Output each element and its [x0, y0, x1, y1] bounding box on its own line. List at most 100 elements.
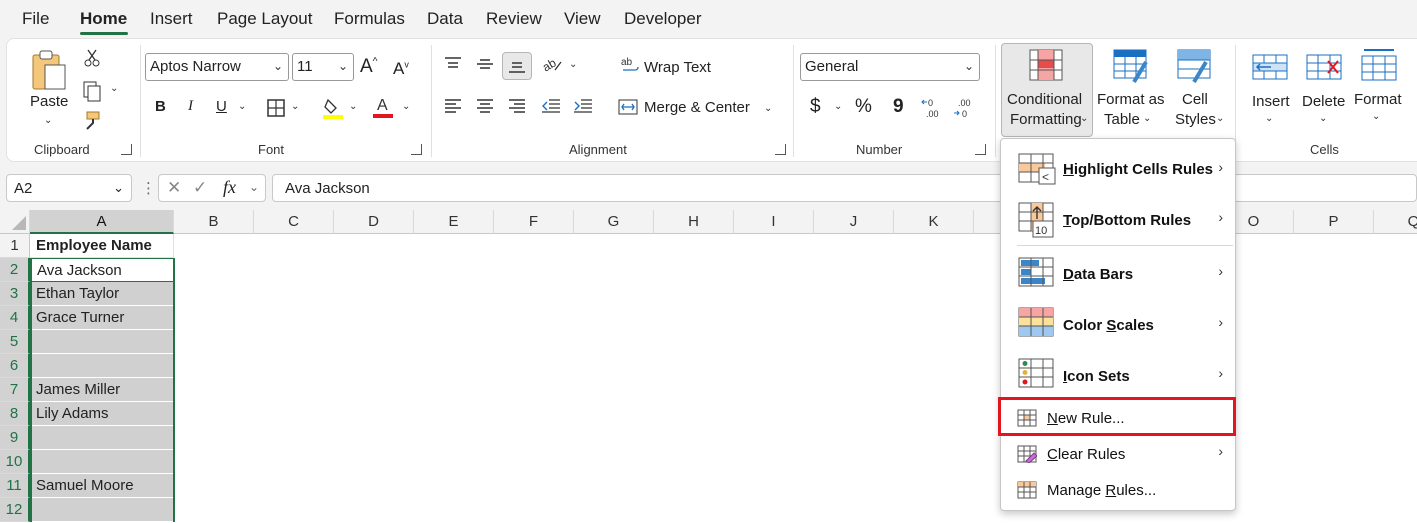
row-header-8[interactable]: 8 [0, 402, 30, 426]
row-header-5[interactable]: 5 [0, 330, 30, 354]
font-launcher-icon[interactable] [411, 144, 422, 155]
font-color-icon[interactable]: A [371, 94, 395, 120]
cell-a3[interactable]: Ethan Taylor [30, 282, 174, 306]
decrease-font-icon[interactable]: Av [393, 59, 409, 79]
delete-button[interactable]: Delete [1302, 93, 1345, 110]
cell-a11[interactable]: Samuel Moore [30, 474, 174, 498]
insert-cells-icon[interactable] [1250, 49, 1290, 85]
copy-icon[interactable] [79, 79, 105, 103]
cut-icon[interactable] [81, 47, 103, 69]
accounting-dropdown-icon[interactable]: ⌄ [834, 101, 842, 112]
cell-a7[interactable]: James Miller [30, 378, 174, 402]
enter-icon[interactable]: ✓ [193, 178, 207, 198]
menu-item-top-bottom-rules[interactable]: 10 Top/Bottom Rules › [1001, 193, 1235, 245]
cell-a12[interactable] [30, 498, 174, 522]
formula-input[interactable]: Ava Jackson [272, 174, 1417, 202]
column-header-a[interactable]: A [30, 210, 174, 234]
bold-icon[interactable]: B [155, 98, 166, 115]
cell-a4[interactable]: Grace Turner [30, 306, 174, 330]
borders-icon[interactable] [265, 97, 287, 119]
font-name-select[interactable]: Aptos Narrow ⌄ [145, 53, 289, 81]
tab-page-layout[interactable]: Page Layout [217, 9, 312, 29]
increase-font-icon[interactable]: A^ [360, 56, 377, 78]
format-as-table-label-2[interactable]: Table [1104, 111, 1140, 128]
column-header-c[interactable]: C [254, 210, 334, 234]
row-header-9[interactable]: 9 [0, 426, 30, 450]
increase-indent-icon[interactable] [572, 97, 594, 115]
wrap-text-icon[interactable]: ab [619, 55, 641, 77]
decrease-decimal-icon[interactable]: .00 0 [953, 96, 979, 120]
cancel-icon[interactable]: ✕ [167, 178, 181, 198]
menu-item-icon-sets[interactable]: Icon Sets › [1001, 350, 1235, 400]
row-header-10[interactable]: 10 [0, 450, 30, 474]
chevron-down-icon[interactable]: ⌄ [249, 180, 259, 194]
column-header-k[interactable]: K [894, 210, 974, 234]
cell-styles-label-2[interactable]: Styles [1175, 111, 1216, 128]
column-header-d[interactable]: D [334, 210, 414, 234]
underline-icon[interactable]: U [216, 98, 227, 115]
borders-dropdown-icon[interactable]: ⌄ [291, 101, 299, 112]
font-size-select[interactable]: 11 ⌄ [292, 53, 354, 81]
copy-dropdown-icon[interactable]: ⌄ [110, 83, 118, 94]
cell-a1[interactable]: Employee Name [30, 234, 174, 258]
orientation-dropdown-icon[interactable]: ⌄ [569, 59, 577, 70]
row-header-3[interactable]: 3 [0, 282, 30, 306]
merge-dropdown-icon[interactable]: ⌄ [764, 103, 772, 114]
increase-decimal-icon[interactable]: 0.00 [921, 96, 947, 120]
cell-a5[interactable] [30, 330, 174, 354]
comma-style-icon[interactable]: 9 [893, 96, 904, 118]
row-header-6[interactable]: 6 [0, 354, 30, 378]
column-header-j[interactable]: J [814, 210, 894, 234]
chevron-down-icon[interactable]: ⌄ [113, 180, 124, 196]
row-header-4[interactable]: 4 [0, 306, 30, 330]
merge-center-button[interactable]: Merge & Center [644, 99, 750, 116]
row-header-11[interactable]: 11 [0, 474, 30, 498]
tab-review[interactable]: Review [486, 9, 542, 29]
row-header-12[interactable]: 12 [0, 498, 30, 522]
align-middle-icon[interactable] [475, 55, 495, 73]
column-header-f[interactable]: F [494, 210, 574, 234]
paste-button[interactable]: Paste [30, 93, 68, 110]
format-painter-icon[interactable] [80, 109, 104, 133]
decrease-indent-icon[interactable] [540, 97, 562, 115]
format-button[interactable]: Format [1354, 91, 1402, 108]
align-center-icon[interactable] [475, 97, 495, 115]
cell-a6[interactable] [30, 354, 174, 378]
select-all-corner[interactable] [0, 210, 30, 234]
cell-a2[interactable]: Ava Jackson [30, 258, 174, 282]
column-header-b[interactable]: B [174, 210, 254, 234]
menu-item-data-bars[interactable]: Data Bars › [1001, 248, 1235, 298]
menu-item-manage-rules[interactable]: Manage Rules... [1001, 473, 1235, 507]
merge-center-icon[interactable] [617, 97, 639, 117]
accounting-format-icon[interactable]: $ [810, 96, 821, 118]
cell-a10[interactable] [30, 450, 174, 474]
insert-function-icon[interactable]: fx [223, 177, 236, 198]
tab-file[interactable]: File [22, 9, 49, 29]
number-format-select[interactable]: General ⌄ [800, 53, 980, 81]
cell-a8[interactable]: Lily Adams [30, 402, 174, 426]
menu-item-clear-rules[interactable]: Clear Rules › [1001, 437, 1235, 471]
row-header-1[interactable]: 1 [0, 234, 30, 258]
orientation-icon[interactable]: ab [540, 53, 564, 75]
percent-style-icon[interactable]: % [855, 96, 872, 118]
align-right-icon[interactable] [507, 97, 527, 115]
name-box[interactable]: A2 ⌄ [6, 174, 132, 202]
cell-styles-label[interactable]: Cell [1182, 91, 1208, 108]
tab-formulas[interactable]: Formulas [334, 9, 405, 29]
underline-dropdown-icon[interactable]: ⌄ [238, 101, 246, 112]
tab-home[interactable]: Home [80, 9, 127, 29]
alignment-launcher-icon[interactable] [775, 144, 786, 155]
align-top-icon[interactable] [443, 55, 463, 73]
clipboard-launcher-icon[interactable] [121, 144, 132, 155]
cell-a9[interactable] [30, 426, 174, 450]
menu-item-highlight-cells-rules[interactable]: < Highlight Cells Rules › [1001, 143, 1235, 193]
format-as-table-label[interactable]: Format as [1097, 91, 1165, 108]
insert-button[interactable]: Insert [1252, 93, 1290, 110]
font-color-dropdown-icon[interactable]: ⌄ [402, 101, 410, 112]
column-header-i[interactable]: I [734, 210, 814, 234]
tab-data[interactable]: Data [427, 9, 463, 29]
column-header-g[interactable]: G [574, 210, 654, 234]
row-header-2[interactable]: 2 [0, 258, 30, 282]
format-cells-icon[interactable] [1359, 45, 1399, 85]
wrap-text-button[interactable]: Wrap Text [644, 59, 711, 76]
